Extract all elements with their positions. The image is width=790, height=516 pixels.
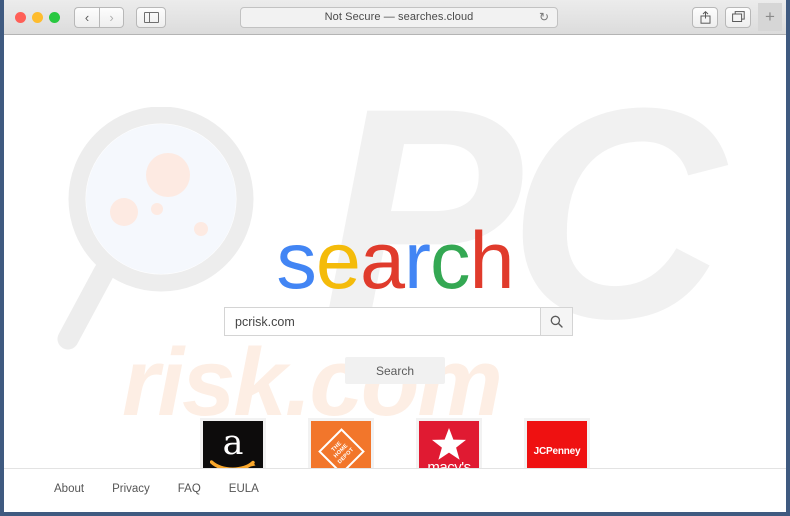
tabs-icon — [731, 11, 745, 22]
footer-link-about[interactable]: About — [54, 483, 84, 495]
forward-button[interactable]: › — [99, 6, 124, 28]
footer-link-privacy[interactable]: Privacy — [112, 483, 150, 495]
search-submit-icon-button[interactable] — [540, 307, 573, 336]
footer-link-eula[interactable]: EULA — [229, 483, 259, 495]
chevron-right-icon: › — [109, 9, 114, 25]
search-button-wrap: Search — [4, 357, 786, 384]
minimize-window-button[interactable] — [32, 11, 43, 23]
reload-icon[interactable]: ↻ — [539, 11, 549, 23]
logo-letter-s: s — [276, 216, 316, 306]
plus-icon: + — [765, 7, 775, 26]
search-input[interactable] — [224, 307, 540, 336]
sidebar-icon — [143, 11, 159, 23]
search-row — [224, 307, 573, 336]
page-content: PC risk.com search Search — [4, 35, 786, 509]
logo-letter-e: e — [315, 216, 361, 306]
logo-letter-a: a — [359, 216, 405, 306]
search-icon — [550, 315, 563, 328]
close-window-button[interactable] — [15, 11, 26, 23]
sidebar-toggle-button[interactable] — [136, 6, 166, 28]
new-tab-button[interactable]: + — [758, 3, 782, 31]
search-button[interactable]: Search — [345, 357, 445, 384]
navigation-buttons: ‹ › — [74, 6, 124, 28]
show-tabs-button[interactable] — [725, 6, 751, 28]
amazon-letter-a: a — [222, 423, 244, 463]
footer-link-faq[interactable]: FAQ — [178, 483, 201, 495]
jcpenney-wordmark: JCPenney — [533, 445, 581, 457]
chevron-left-icon: ‹ — [84, 9, 90, 25]
address-bar-text: Not Secure — searches.cloud — [324, 11, 474, 23]
address-bar[interactable]: Not Secure — searches.cloud ↻ — [240, 6, 558, 28]
back-button[interactable]: ‹ — [74, 6, 99, 28]
toolbar-right-group: + — [692, 3, 782, 31]
site-logo: search — [4, 221, 786, 302]
macys-star-icon — [432, 428, 466, 460]
browser-window: ‹ › Not Secure — searches.cloud ↻ + PC r… — [0, 0, 790, 516]
zoom-window-button[interactable] — [49, 11, 60, 23]
logo-letter-h: h — [469, 216, 515, 306]
traffic-lights — [15, 11, 60, 23]
logo-letter-r: r — [404, 216, 431, 306]
logo-letter-c: c — [430, 216, 470, 306]
footer: About Privacy FAQ EULA — [4, 468, 786, 509]
home-depot-text: THE HOME DEPOT — [327, 437, 354, 464]
share-icon — [700, 10, 710, 24]
browser-toolbar: ‹ › Not Secure — searches.cloud ↻ + — [4, 0, 786, 35]
share-button[interactable] — [692, 6, 718, 28]
